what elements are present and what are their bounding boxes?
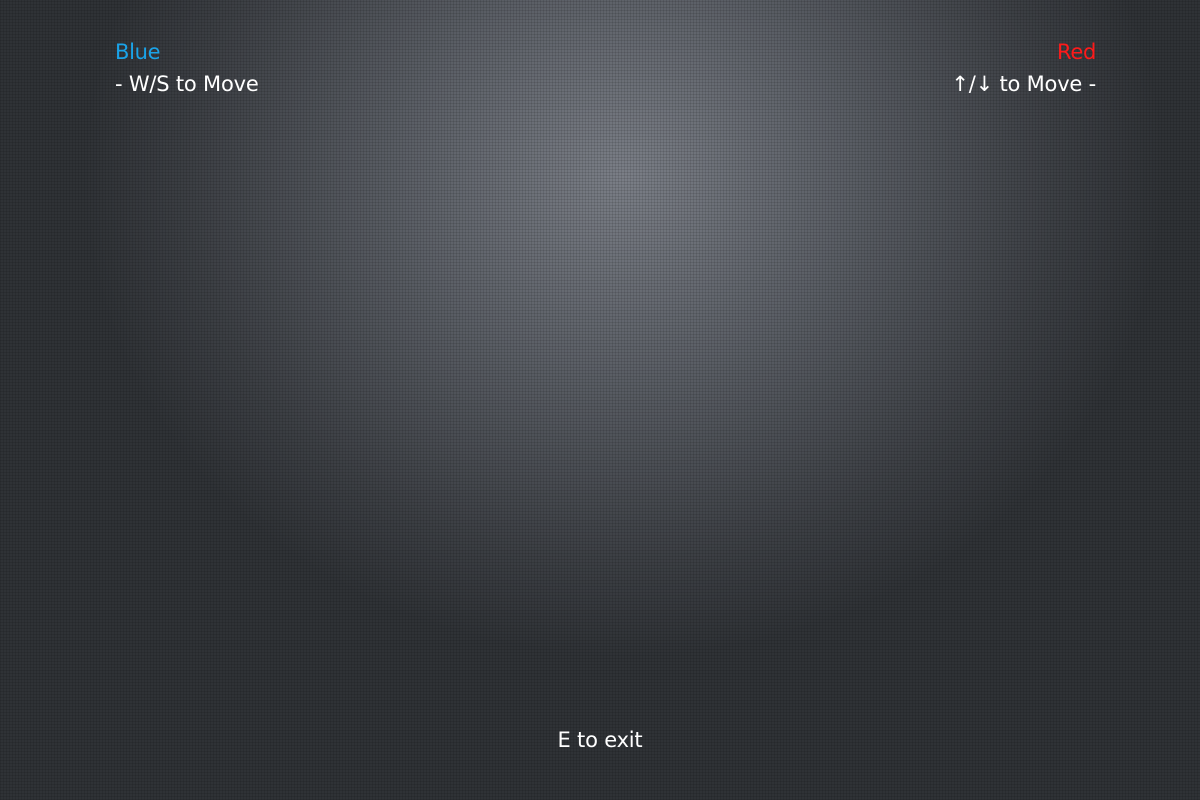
blue-player-panel: Blue - W/S to Move <box>115 36 259 100</box>
exit-hint: E to exit <box>557 728 643 752</box>
red-player-name: Red <box>1057 40 1096 64</box>
game-screen: Blue - W/S to Move Red ↑/↓ to Move - E t… <box>0 0 1200 800</box>
red-player-panel: Red ↑/↓ to Move - <box>951 36 1096 100</box>
blue-player-controls: - W/S to Move <box>115 72 259 96</box>
blue-player-name: Blue <box>115 40 161 64</box>
red-player-controls: ↑/↓ to Move - <box>951 72 1096 96</box>
